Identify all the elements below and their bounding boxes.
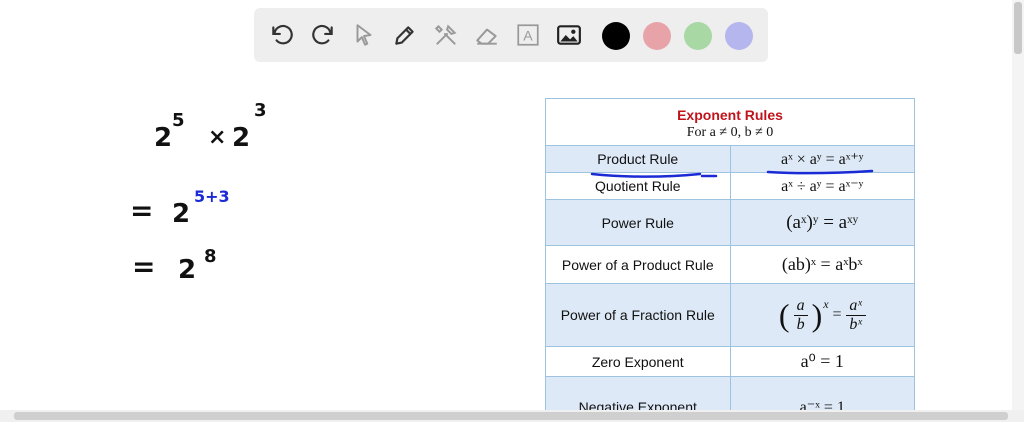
vertical-scroll-thumb[interactable] bbox=[1014, 2, 1022, 54]
table-row: Power of a Fraction Rule ( a b ) x = aˣ bbox=[545, 283, 915, 347]
handwritten-work: 2 5 × 2 3 = 2 5+3 = 2 8 bbox=[130, 100, 267, 285]
table-row: Negative Exponent a⁻ˣ = 1 bbox=[545, 376, 915, 410]
table-row: Power of a Product Rule (ab)ˣ = aˣbˣ bbox=[545, 245, 915, 284]
rule-name: Power of a Fraction Rule bbox=[545, 283, 731, 347]
table-title: Exponent Rules bbox=[677, 107, 783, 123]
hw-line3-eq: = bbox=[132, 250, 155, 283]
vertical-scrollbar[interactable] bbox=[1012, 0, 1024, 410]
color-pink-swatch[interactable] bbox=[643, 22, 671, 50]
frac-lhs-den: b bbox=[796, 315, 805, 333]
hw-line1-base1: 2 bbox=[154, 123, 172, 153]
color-green-swatch[interactable] bbox=[684, 22, 712, 50]
table-subtitle: For a ≠ 0, b ≠ 0 bbox=[686, 125, 774, 140]
rule-name: Power Rule bbox=[545, 199, 731, 246]
rule-formula: (aˣ)ʸ = aˣʸ bbox=[729, 199, 915, 246]
text-icon[interactable]: A bbox=[512, 19, 544, 51]
hw-line2-base: 2 bbox=[172, 199, 190, 229]
undo-icon[interactable] bbox=[266, 19, 298, 51]
pointer-icon[interactable] bbox=[348, 19, 380, 51]
hw-line2-eq: = bbox=[130, 194, 153, 227]
redo-icon[interactable] bbox=[307, 19, 339, 51]
pen-icon[interactable] bbox=[389, 19, 421, 51]
frac-rhs-den: bˣ bbox=[849, 315, 862, 333]
exponent-rules-table: Exponent Rules For a ≠ 0, b ≠ 0 Product … bbox=[545, 98, 915, 410]
hw-line1-op: × bbox=[208, 125, 226, 150]
rule-formula: a⁰ = 1 bbox=[729, 346, 915, 377]
rule-formula: (ab)ˣ = aˣbˣ bbox=[729, 245, 915, 284]
drawing-toolbar: A bbox=[254, 8, 768, 62]
text-tool-glyph: A bbox=[523, 27, 533, 43]
frac-exp: x bbox=[823, 296, 829, 311]
product-rule-underline-annotation bbox=[590, 169, 874, 178]
rule-name: Power of a Product Rule bbox=[545, 245, 731, 284]
table-header: Exponent Rules For a ≠ 0, b ≠ 0 bbox=[545, 98, 915, 146]
hw-line1-exp1: 5 bbox=[172, 110, 185, 131]
color-black-swatch[interactable] bbox=[602, 22, 630, 50]
eraser-icon[interactable] bbox=[471, 19, 503, 51]
rule-name: Negative Exponent bbox=[545, 376, 731, 410]
table-row: Zero Exponent a⁰ = 1 bbox=[545, 346, 915, 377]
table-row: Power Rule (aˣ)ʸ = aˣʸ bbox=[545, 199, 915, 246]
tools-icon[interactable] bbox=[430, 19, 462, 51]
hw-line3-base: 2 bbox=[178, 255, 196, 285]
image-icon[interactable] bbox=[553, 19, 585, 51]
horizontal-scroll-thumb[interactable] bbox=[14, 412, 1008, 420]
rule-name: Zero Exponent bbox=[545, 346, 731, 377]
frac-lhs-num: a bbox=[796, 296, 805, 314]
rule-formula: a⁻ˣ = 1 bbox=[729, 376, 915, 410]
frac-rhs-num: aˣ bbox=[849, 296, 862, 314]
horizontal-scrollbar[interactable] bbox=[0, 410, 1024, 422]
hw-line2-exp: 5+3 bbox=[194, 187, 230, 206]
hw-line1-base2: 2 bbox=[232, 123, 250, 153]
hw-line1-exp2: 3 bbox=[254, 100, 267, 121]
hw-line3-exp: 8 bbox=[204, 246, 217, 267]
rule-formula: ( a b ) x = aˣ bˣ bbox=[729, 283, 915, 347]
color-purple-swatch[interactable] bbox=[725, 22, 753, 50]
